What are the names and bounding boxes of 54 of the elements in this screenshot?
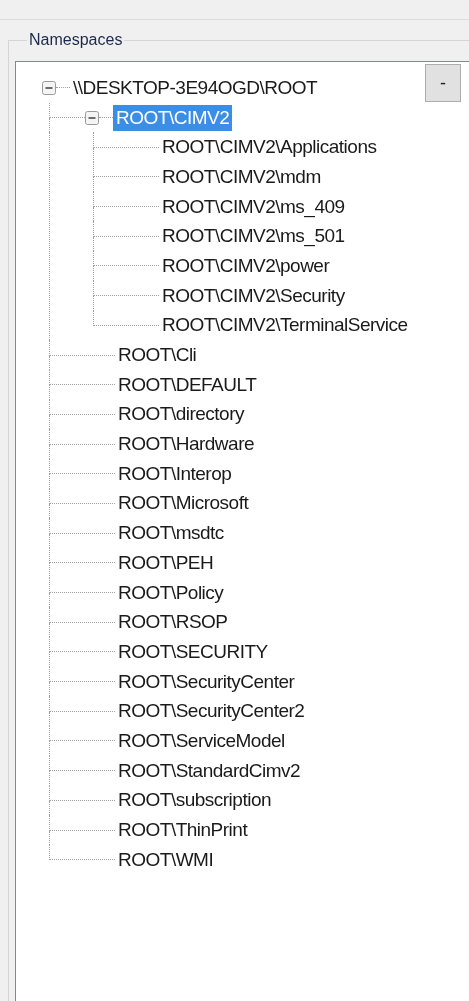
tree-item[interactable]: ROOT\CIMV2\ms_501 bbox=[159, 223, 348, 250]
tree-item[interactable]: ROOT\SECURITY bbox=[115, 638, 271, 665]
tree-line bbox=[93, 132, 159, 148]
tree-item[interactable]: ROOT\ThinPrint bbox=[115, 817, 251, 844]
tree-line bbox=[49, 666, 115, 683]
tree-line bbox=[49, 755, 115, 772]
tree-item[interactable]: ROOT\Interop bbox=[115, 460, 235, 487]
tree-line bbox=[49, 399, 115, 415]
tree-line bbox=[49, 577, 115, 594]
tree-line bbox=[49, 607, 115, 623]
tree-line bbox=[93, 310, 159, 326]
tree-line bbox=[49, 458, 115, 475]
collapse-button[interactable]: - bbox=[425, 64, 461, 102]
tree-line bbox=[93, 191, 159, 208]
collapse-icon[interactable] bbox=[85, 110, 99, 125]
tree-line bbox=[49, 815, 115, 831]
tree-item[interactable]: ROOT\CIMV2\mdm bbox=[159, 163, 324, 190]
tree-item[interactable]: ROOT\directory bbox=[115, 401, 248, 428]
tree-line bbox=[49, 369, 115, 386]
tree-item[interactable]: ROOT\Hardware bbox=[115, 431, 258, 458]
tree-item[interactable]: ROOT\CIMV2\Security bbox=[159, 282, 348, 309]
tree-line bbox=[93, 162, 159, 178]
tree-line bbox=[93, 251, 159, 267]
tree-line bbox=[49, 844, 115, 861]
tree-line bbox=[49, 637, 115, 653]
tree-line bbox=[49, 726, 115, 742]
tree-item[interactable]: \\DESKTOP-3E94OGD\ROOT bbox=[70, 74, 321, 101]
tree-line bbox=[49, 548, 115, 564]
tree-item[interactable]: ROOT\StandardCimv2 bbox=[115, 757, 304, 784]
tree-line bbox=[93, 280, 159, 297]
tree-line bbox=[49, 696, 115, 712]
tree-item[interactable]: ROOT\CIMV2\ms_409 bbox=[159, 193, 348, 220]
tree-item[interactable]: ROOT\RSOP bbox=[115, 609, 231, 636]
tree-item[interactable]: ROOT\DEFAULT bbox=[115, 371, 260, 398]
tree-item[interactable]: ROOT\CIMV2\power bbox=[159, 252, 333, 279]
tree-item[interactable]: ROOT\ServiceModel bbox=[115, 727, 288, 754]
tree-item[interactable]: ROOT\PEH bbox=[115, 549, 217, 576]
tree-item[interactable]: ROOT\Microsoft bbox=[115, 490, 252, 517]
tree-line bbox=[93, 221, 159, 237]
tree-item[interactable]: ROOT\WMI bbox=[115, 846, 217, 873]
tree-item[interactable]: ROOT\Cli bbox=[115, 342, 200, 369]
tree-item[interactable]: ROOT\Policy bbox=[115, 579, 227, 606]
tree-item[interactable]: ROOT\CIMV2\TerminalService bbox=[159, 312, 411, 339]
tree-item[interactable]: ROOT\CIMV2\Applications bbox=[159, 134, 380, 161]
collapse-icon[interactable] bbox=[42, 80, 56, 95]
tree-line bbox=[56, 87, 70, 89]
tree-line bbox=[49, 785, 115, 801]
tree-item[interactable]: ROOT\SecurityCenter2 bbox=[115, 698, 308, 725]
tree-item[interactable]: ROOT\msdtc bbox=[115, 520, 227, 547]
tree-line bbox=[49, 429, 115, 445]
tree-item[interactable]: ROOT\SecurityCenter bbox=[115, 668, 298, 695]
tree-item[interactable]: ROOT\subscription bbox=[115, 787, 275, 814]
tree-line bbox=[49, 488, 115, 504]
tree-line bbox=[49, 518, 115, 534]
